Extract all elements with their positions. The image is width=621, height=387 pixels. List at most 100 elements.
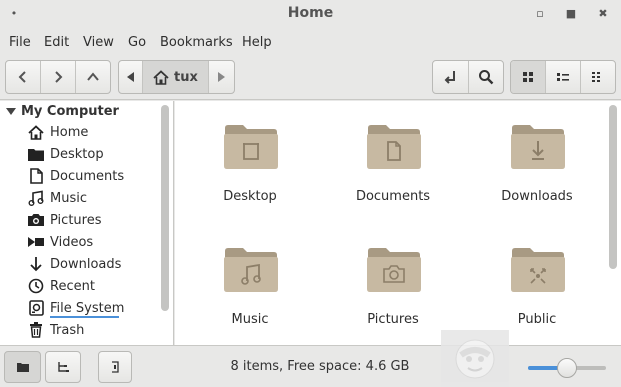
view-mode-buttons: [510, 60, 616, 94]
triangle-left-icon: [126, 72, 134, 82]
file-item-downloads[interactable]: Downloads: [477, 108, 597, 204]
show-tree-button[interactable]: [45, 351, 81, 383]
zoom-slider[interactable]: [528, 358, 606, 378]
sidebar-item-desktop[interactable]: Desktop: [28, 144, 104, 164]
documents-folder-icon: [367, 125, 421, 169]
up-arrow-icon: [87, 72, 99, 81]
forward-button[interactable]: [41, 61, 76, 93]
document-icon: [28, 168, 44, 184]
grid-icon: [523, 72, 533, 82]
sidebar-item-label: Desktop: [50, 146, 104, 162]
clock-icon: [28, 278, 44, 294]
forward-arrow-icon: [55, 71, 63, 83]
file-name: Documents: [355, 189, 431, 204]
file-view: Desktop Documents Downloads Music Pictur…: [175, 101, 621, 345]
sidebar-item-label: Recent: [50, 278, 95, 294]
sidebar-item-label: Home: [50, 124, 89, 140]
file-item-public[interactable]: Public: [477, 231, 597, 327]
sidebar-item-pictures[interactable]: Pictures: [28, 210, 101, 230]
breadcrumb-left-button[interactable]: [119, 61, 143, 93]
list-view-button[interactable]: [546, 61, 581, 93]
downloads-folder-icon: [511, 125, 565, 169]
maximize-icon[interactable]: ■: [562, 6, 580, 22]
music-note-icon: [28, 190, 44, 206]
file-item-music[interactable]: Music: [190, 231, 310, 327]
tree-icon: [58, 362, 69, 372]
title-bar: • Home ▫ ■ ✖: [0, 0, 621, 28]
breadcrumb-label: tux: [174, 69, 198, 85]
show-places-button[interactable]: [4, 351, 41, 383]
menu-file[interactable]: File: [9, 35, 31, 50]
status-bar: 8 items, Free space: 4.6 GB: [0, 345, 621, 387]
menu-go[interactable]: Go: [128, 35, 146, 50]
file-name: Public: [517, 312, 557, 327]
sidebar-section-my-computer[interactable]: My Computer: [6, 104, 119, 119]
menu-bar: File Edit View Go Bookmarks Help: [0, 30, 621, 54]
location-toggle-button[interactable]: [433, 61, 469, 93]
status-text: 8 items, Free space: 4.6 GB: [230, 359, 410, 374]
icon-view-button[interactable]: [511, 61, 546, 93]
home-icon: [28, 124, 44, 140]
navigation-buttons: [5, 60, 111, 94]
sidebar-item-music[interactable]: Music: [28, 188, 87, 208]
file-item-pictures[interactable]: Pictures: [333, 231, 453, 327]
menu-bookmarks[interactable]: Bookmarks: [160, 35, 233, 50]
sidebar: My Computer Home Desktop Documents Music…: [0, 101, 174, 345]
desktop-folder-icon: [224, 125, 278, 169]
sidebar-item-label: Downloads: [50, 256, 122, 272]
pictures-folder-icon: [367, 248, 421, 292]
menu-view[interactable]: View: [83, 35, 114, 50]
sidebar-item-file-system[interactable]: File System: [28, 298, 124, 318]
zoom-slider-handle[interactable]: [557, 358, 577, 378]
trash-icon: [28, 322, 44, 338]
sidebar-item-recent[interactable]: Recent: [28, 276, 95, 296]
sidebar-section-label: My Computer: [21, 104, 119, 119]
video-icon: [28, 234, 44, 250]
download-arrow-icon: [28, 256, 44, 272]
search-button[interactable]: [469, 61, 504, 93]
up-button[interactable]: [76, 61, 110, 93]
sidebar-item-documents[interactable]: Documents: [28, 166, 124, 186]
action-buttons: [432, 60, 504, 94]
menu-help[interactable]: Help: [242, 35, 272, 50]
sidebar-toggle-icon: [112, 361, 119, 373]
sidebar-item-label: Documents: [50, 168, 125, 184]
music-folder-icon: [224, 248, 278, 292]
window-title: Home: [287, 5, 334, 21]
drive-icon: [28, 300, 44, 316]
back-button[interactable]: [6, 61, 41, 93]
public-folder-icon: [511, 248, 565, 292]
hide-sidebar-button[interactable]: [98, 351, 132, 383]
file-name: Downloads: [501, 189, 573, 204]
compact-list-icon: [592, 72, 600, 82]
breadcrumb-item-home[interactable]: tux: [143, 61, 209, 93]
sidebar-item-downloads[interactable]: Downloads: [28, 254, 121, 274]
sidebar-scrollbar[interactable]: [161, 105, 169, 311]
file-view-scrollbar[interactable]: [609, 105, 617, 269]
file-item-desktop[interactable]: Desktop: [190, 108, 310, 204]
file-item-documents[interactable]: Documents: [333, 108, 453, 204]
back-arrow-icon: [18, 71, 26, 83]
file-name: Music: [231, 312, 269, 327]
compact-view-button[interactable]: [581, 61, 615, 93]
minimize-icon[interactable]: ▫: [531, 6, 549, 22]
drop-target-indicator: [50, 316, 119, 318]
breadcrumb-right-button[interactable]: [209, 61, 233, 93]
sidebar-item-label: Music: [50, 190, 87, 206]
sidebar-item-videos[interactable]: Videos: [28, 232, 93, 252]
chevron-down-icon: [6, 107, 16, 115]
watermark-logo: [441, 330, 509, 387]
breadcrumb: tux: [118, 60, 235, 94]
file-name: Desktop: [223, 189, 277, 204]
sidebar-item-home[interactable]: Home: [28, 122, 88, 142]
sidebar-item-label: File System: [50, 300, 125, 316]
enter-location-icon: [444, 71, 456, 84]
camera-icon: [28, 212, 44, 228]
toolbar: tux: [0, 54, 621, 100]
home-icon: [153, 69, 169, 85]
desktop-folder-icon: [28, 146, 44, 162]
menu-edit[interactable]: Edit: [44, 35, 69, 50]
close-icon[interactable]: ✖: [594, 6, 612, 22]
sidebar-item-trash[interactable]: Trash: [28, 320, 84, 340]
sidebar-item-label: Pictures: [50, 212, 102, 228]
